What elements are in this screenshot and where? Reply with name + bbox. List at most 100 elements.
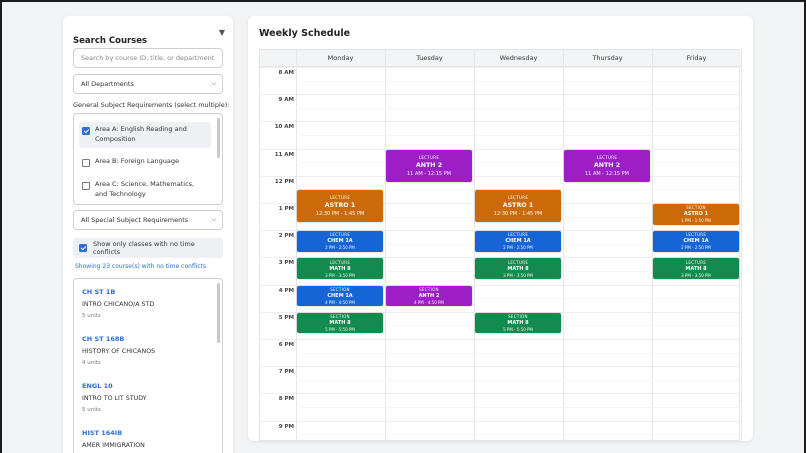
event-course-name: CHEM 1A	[327, 292, 353, 299]
grid-half-hour-line	[296, 107, 741, 109]
schedule-event-block[interactable]: LECTURE MATH 83 PM - 3:50 PM	[297, 258, 383, 279]
event-type-label: LECTURE	[507, 232, 529, 238]
event-time: 3 PM - 3:50 PM	[681, 272, 711, 278]
time-label: 6 PM	[278, 342, 294, 348]
requirement-item[interactable]: Area B: Foreign Language	[79, 154, 211, 170]
schedule-event-block[interactable]: LECTURE MATH 83 PM - 3:50 PM	[653, 258, 739, 279]
schedule-event-block[interactable]: LECTURE CHEM 1A 2 PM - 2:50 PM	[653, 231, 739, 252]
course-id-link[interactable]: CH ST 1B	[82, 288, 212, 296]
schedule-event-block[interactable]: LECTURE CHEM 1A 2 PM - 2:50 PM	[297, 231, 383, 252]
event-time: 12:30 PM - 1:45 PM	[315, 211, 365, 218]
schedule-event-block[interactable]: LECTURE ASTRO 1 12:30 PM - 1:45 PM	[475, 190, 561, 223]
schedule-event-block[interactable]: SECTION CHEM 1A 4 PM - 4:50 PM	[297, 285, 383, 307]
grid-column-line	[563, 50, 564, 442]
schedule-title: Weekly Schedule	[259, 28, 351, 39]
event-time: 2 PM - 2:50 PM	[681, 245, 711, 251]
schedule-event-block[interactable]: SECTION MATH 85 PM - 5:50 PM	[475, 312, 561, 334]
time-label: 4 PM	[278, 287, 294, 294]
schedule-event-block[interactable]: LECTURE ASTRO 1 12:30 PM - 1:45 PM	[297, 190, 383, 223]
course-list-item[interactable]: ENGL 10 INTRO TO LIT STUDY 5 units	[82, 382, 212, 413]
grid-half-hour-line	[296, 80, 741, 82]
no-conflict-toggle[interactable]: Show only classes with no time conflicts	[73, 238, 223, 258]
course-units: 4 units	[82, 360, 101, 366]
schedule-event-block[interactable]: LECTURE ANTH 2 11 AM - 12:15 PM	[564, 149, 650, 182]
course-id-link[interactable]: HIST 164IB	[82, 429, 212, 437]
chevron-down-icon: ⌵	[211, 80, 216, 87]
department-select[interactable]: All Departments ⌵	[73, 74, 223, 94]
course-units: 5 units	[82, 313, 101, 319]
schedule-event-block[interactable]: LECTURE MATH 83 PM - 3:50 PM	[475, 258, 561, 279]
requirement-checkbox[interactable]	[82, 182, 90, 190]
schedule-event-block[interactable]: LECTURE ANTH 2 11 AM - 12:15 PM	[386, 149, 472, 182]
search-sidebar: Search Courses ▼ All Departments ⌵ Gener…	[63, 16, 233, 453]
requirement-label: Area C: Science, Mathematics, and Techno…	[95, 180, 195, 198]
time-label: 10 AM	[274, 124, 294, 131]
schedule-event-block[interactable]: SECTION ANTH 24 PM - 4:50 PM	[386, 285, 472, 307]
event-time: 4 PM - 4:50 PM	[325, 299, 355, 305]
requirement-item[interactable]: Area A: English Reading and Composition	[79, 122, 211, 148]
requirement-checkbox[interactable]	[82, 127, 90, 135]
course-id-link[interactable]: CH ST 168B	[82, 335, 212, 343]
schedule-day-header-row: Monday Tuesday Wednesday Thursday Friday	[260, 50, 741, 67]
event-time: 11 AM - 12:15 PM	[407, 170, 451, 177]
grid-half-hour-line	[296, 379, 741, 381]
event-course-name: MATH 8	[685, 265, 707, 272]
event-type-label: LECTURE	[329, 232, 351, 238]
grid-hour-line	[260, 420, 741, 422]
event-course-name: ANTH 2	[593, 161, 621, 169]
chevron-down-icon: ⌵	[211, 216, 216, 223]
grid-half-hour-line	[296, 135, 741, 136]
course-list-item[interactable]: HIST 164IB AMER IMMIGRATION	[82, 429, 212, 449]
event-course-name: MATH 8	[329, 320, 351, 327]
event-type-label: LECTURE	[596, 154, 618, 160]
course-results-list[interactable]: CH ST 1B INTRO CHICANO/A STD 5 units CH …	[73, 278, 223, 453]
no-conflict-checkbox[interactable]	[79, 244, 87, 252]
time-label: 9 PM	[278, 423, 294, 430]
event-type-label: SECTION	[686, 205, 706, 211]
course-list-item[interactable]: CH ST 1B INTRO CHICANO/A STD 5 units	[82, 288, 212, 319]
time-label: 9 AM	[278, 97, 294, 104]
event-time: 3 PM - 3:50 PM	[503, 272, 533, 278]
event-time: 1 PM - 1:50 PM	[681, 218, 711, 224]
time-label: 3 PM	[278, 260, 294, 267]
requirements-scrollbar[interactable]	[217, 118, 220, 158]
day-header-friday: Friday	[686, 54, 707, 62]
requirement-item[interactable]: Area C: Science, Mathematics, and Techno…	[79, 177, 211, 203]
event-course-name: CHEM 1A	[505, 238, 531, 245]
day-header-tuesday: Tuesday	[416, 54, 443, 62]
course-id-link[interactable]: ENGL 10	[82, 382, 212, 390]
grid-hour-line	[260, 148, 741, 150]
time-label: 5 PM	[278, 314, 294, 321]
window-frame-top	[0, 0, 806, 2]
collapse-caret-icon[interactable]: ▼	[219, 28, 225, 37]
event-time: 11 AM - 12:15 PM	[585, 170, 629, 177]
requirement-checkbox[interactable]	[82, 159, 90, 167]
event-time: 2 PM - 2:50 PM	[503, 245, 533, 251]
time-label: 1 PM	[278, 206, 294, 212]
grid-hour-line	[260, 339, 741, 340]
results-count-text: Showing 23 course(s) with no time confli…	[75, 263, 207, 270]
schedule-event-block[interactable]: LECTURE CHEM 1A 2 PM - 2:50 PM	[475, 231, 561, 252]
grid-hour-line	[260, 393, 741, 395]
schedule-event-block[interactable]: SECTION MATH 85 PM - 5:50 PM	[297, 312, 383, 334]
course-list-scrollbar[interactable]	[217, 283, 220, 343]
grid-hour-line	[260, 67, 741, 68]
time-label: 11 AM	[274, 151, 294, 158]
event-type-label: LECTURE	[685, 259, 707, 265]
sidebar-header[interactable]: Search Courses ▼	[73, 28, 225, 46]
event-type-label: LECTURE	[329, 259, 351, 265]
course-list-item[interactable]: CH ST 168B HISTORY OF CHICANOS 4 units	[82, 335, 212, 366]
event-time: 4 PM - 4:50 PM	[414, 299, 444, 305]
event-type-label: LECTURE	[418, 154, 440, 160]
course-units: 5 units	[82, 407, 101, 413]
event-course-name: ASTRO 1	[683, 211, 709, 218]
event-time: 5 PM - 5:50 PM	[325, 327, 355, 333]
special-requirements-select[interactable]: All Special Subject Requirements ⌵	[73, 210, 223, 230]
grid-hour-line	[260, 175, 741, 177]
general-requirements-list[interactable]: Area A: English Reading and Composition …	[73, 113, 223, 205]
schedule-event-block[interactable]: SECTION ASTRO 11 PM - 1:50 PM	[653, 204, 739, 225]
grid-column-line	[385, 50, 386, 442]
requirement-label: Area B: Foreign Language	[95, 157, 179, 165]
course-search-input[interactable]	[73, 48, 223, 68]
event-type-label: LECTURE	[507, 259, 529, 265]
